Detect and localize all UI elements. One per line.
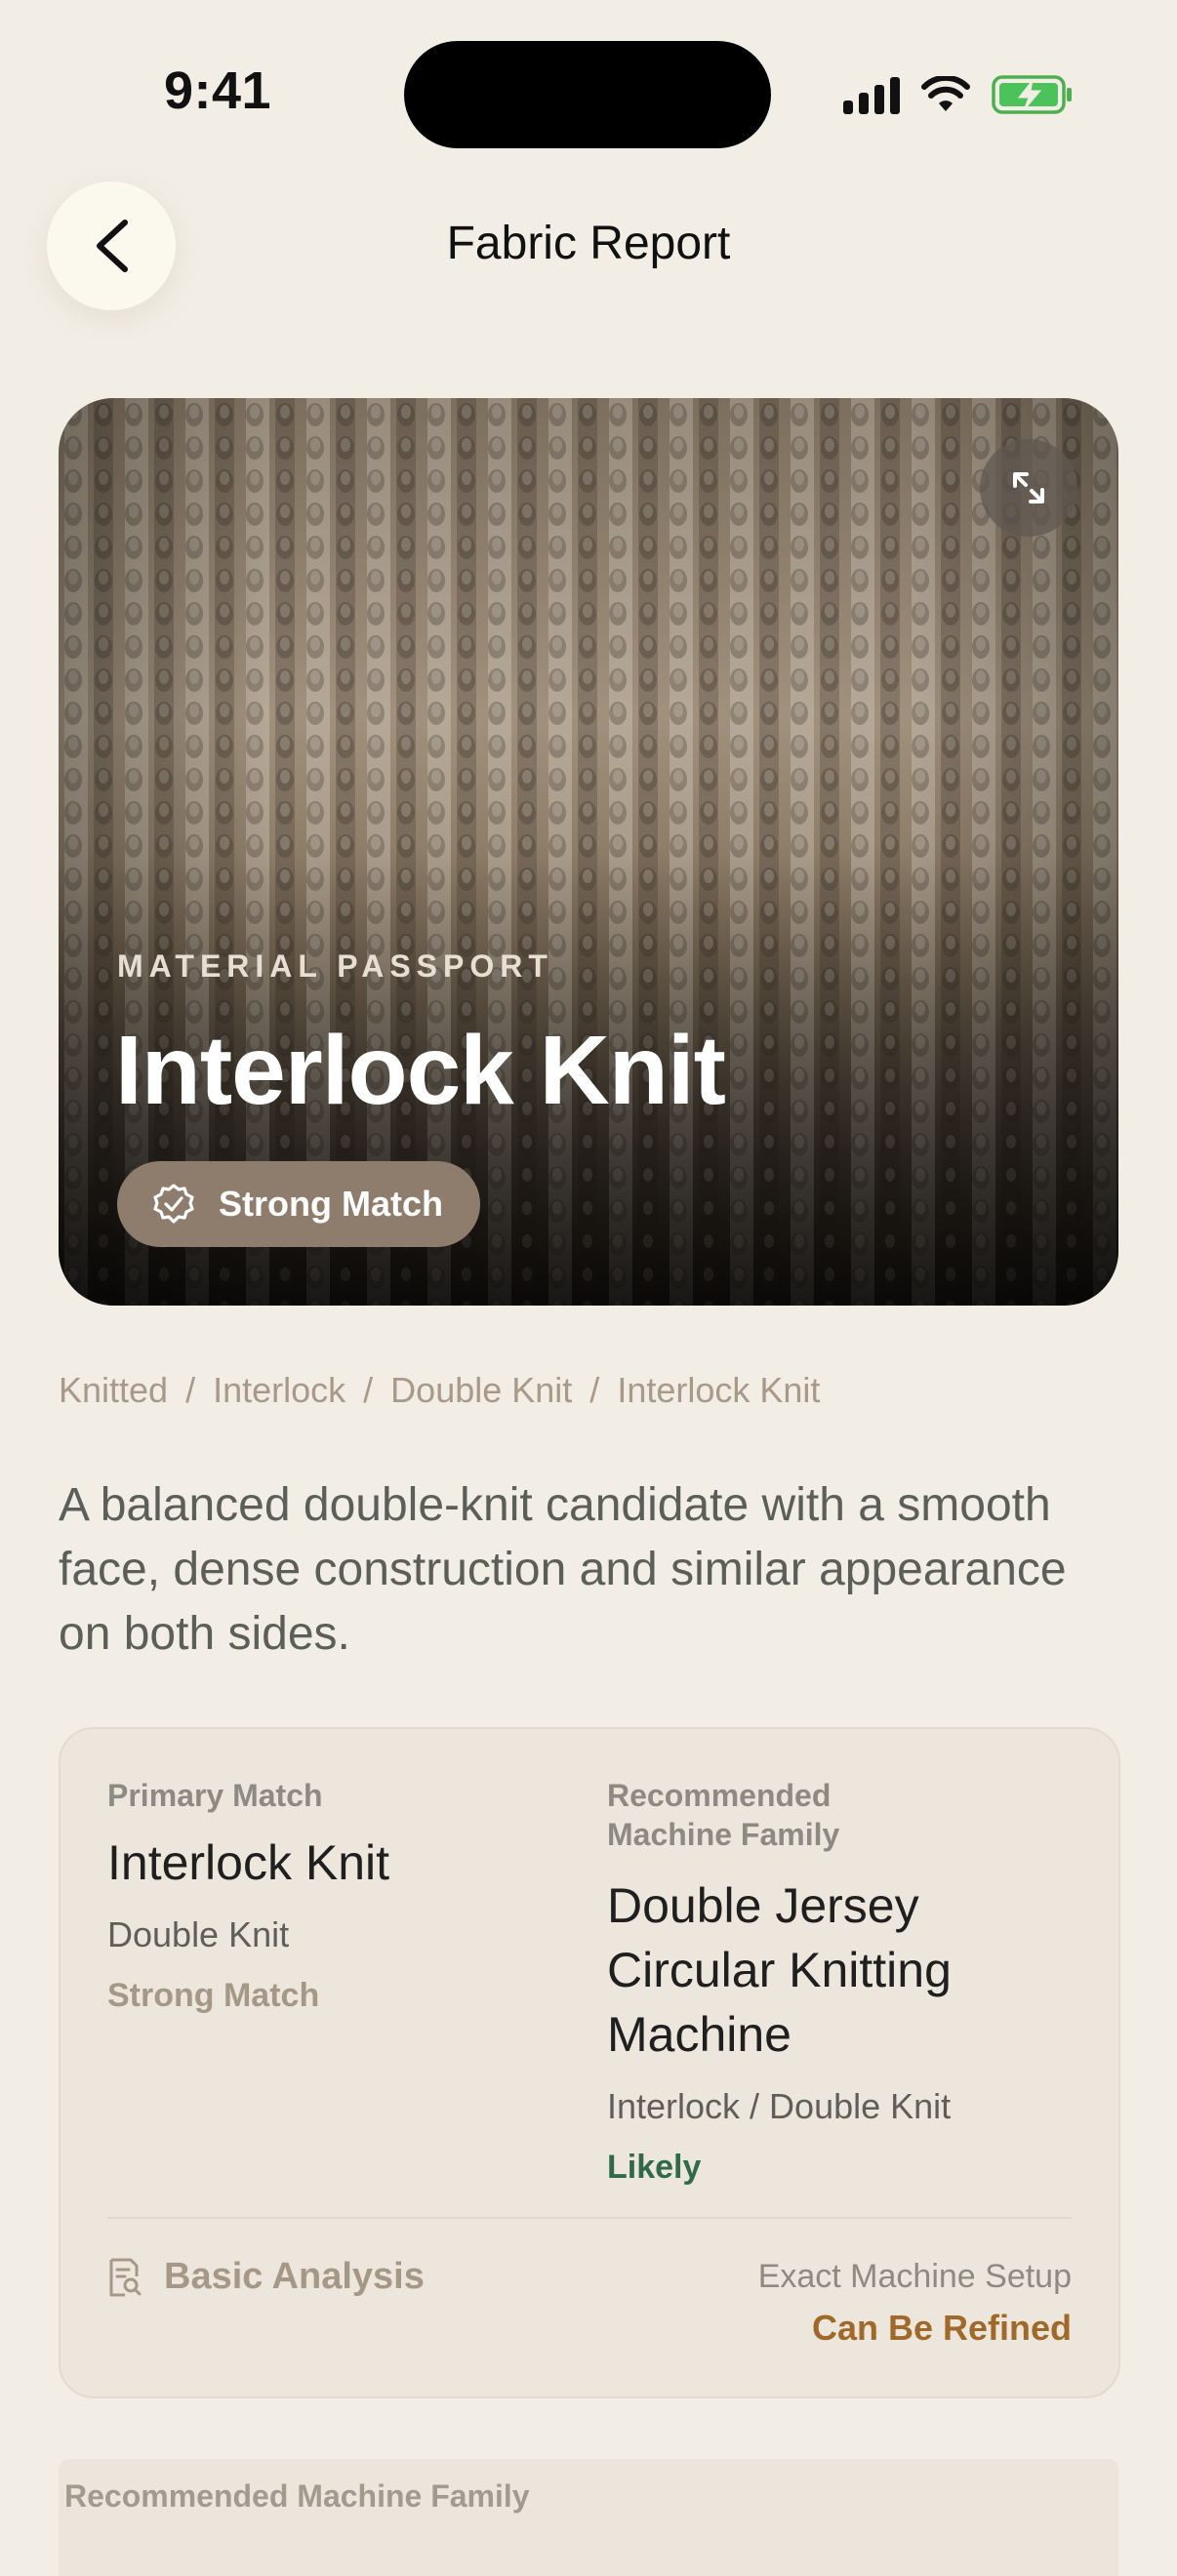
- machine-setup-status: Exact Machine Setup Can Be Refined: [758, 2258, 1072, 2349]
- breadcrumb-item-category: Knitted: [59, 1370, 169, 1410]
- battery-charging-icon: [992, 75, 1072, 114]
- analysis-level-label: Basic Analysis: [164, 2256, 425, 2297]
- match-summary-card: Primary Match Interlock Knit Double Knit…: [59, 1727, 1120, 2398]
- match-badge: Strong Match: [117, 1161, 480, 1247]
- hero-title: Interlock Knit: [115, 1016, 726, 1125]
- primary-match-confidence: Strong Match: [107, 1977, 320, 2014]
- wifi-icon: [921, 76, 970, 111]
- machine-family-confidence: Likely: [607, 2149, 702, 2186]
- analysis-level: Basic Analysis: [107, 2256, 425, 2298]
- cellular-signal-icon: [843, 75, 900, 114]
- hero-overline: MATERIAL PASSPORT: [117, 948, 553, 984]
- breadcrumb-separator: /: [589, 1370, 600, 1410]
- machine-family-label: Recommended Machine Family: [607, 1778, 840, 1852]
- hero-fabric-image[interactable]: MATERIAL PASSPORT Interlock Knit Strong …: [59, 398, 1118, 1306]
- machine-family-name: Double Jersey Circular Knitting Machine: [607, 1878, 952, 2062]
- expand-image-button[interactable]: [980, 439, 1077, 537]
- machine-family-section: Recommended Machine Family: [59, 2459, 1118, 2576]
- primary-match-name: Interlock Knit: [107, 1835, 390, 1890]
- breadcrumb-item-type: Double Knit: [390, 1370, 573, 1410]
- breadcrumb-separator: /: [363, 1370, 374, 1410]
- status-bar: 9:41: [0, 0, 1177, 176]
- page-title: Fabric Report: [446, 218, 731, 269]
- primary-match-column: Primary Match Interlock Knit Double Knit…: [107, 1776, 556, 2015]
- match-badge-label: Strong Match: [219, 1184, 443, 1224]
- status-time: 9:41: [164, 61, 272, 120]
- machine-setup-value: Can Be Refined: [811, 2308, 1072, 2348]
- verified-check-icon: [153, 1184, 194, 1224]
- breadcrumb-item-fabric: Interlock Knit: [617, 1370, 821, 1410]
- primary-match-label: Primary Match: [107, 1778, 323, 1813]
- machine-family-subtype: Interlock / Double Knit: [607, 2086, 952, 2126]
- breadcrumb-separator: /: [185, 1370, 196, 1410]
- card-divider: [107, 2217, 1072, 2219]
- status-icons: [843, 72, 1074, 117]
- machine-family-column: Recommended Machine Family Double Jersey…: [607, 1776, 1095, 2187]
- breadcrumb-item-group: Interlock: [213, 1370, 346, 1410]
- document-search-icon: [109, 2258, 142, 2296]
- breadcrumb: Knitted / Interlock / Double Knit / Interlock …: [59, 1370, 820, 1411]
- section-heading: Recommended Machine Family: [64, 2478, 530, 2514]
- dynamic-island: [404, 41, 771, 148]
- fabric-description: A balanced double-knit candidate with a …: [59, 1479, 1067, 1660]
- expand-arrows-icon: [1013, 472, 1044, 503]
- primary-match-subtype: Double Knit: [107, 1914, 290, 1954]
- machine-setup-label: Exact Machine Setup: [757, 2258, 1072, 2295]
